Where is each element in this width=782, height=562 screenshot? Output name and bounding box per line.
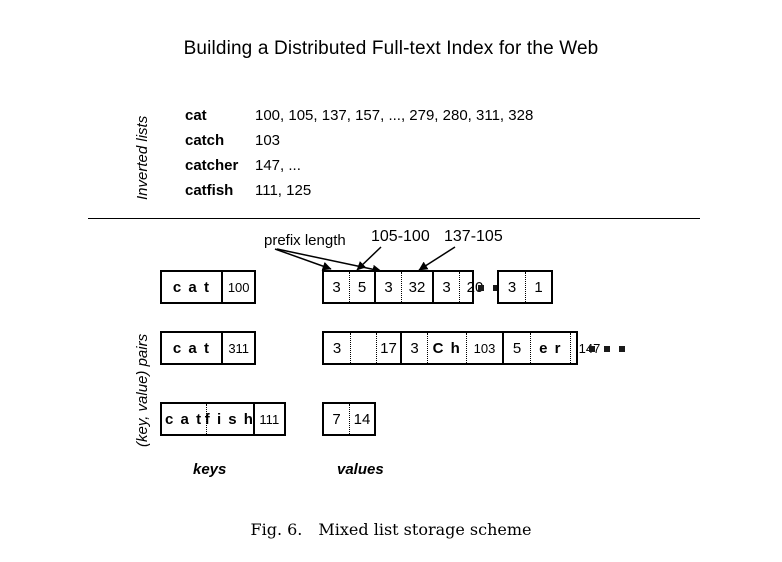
value-cell: 3 [507,278,517,296]
arrow-delta2-to-cell4 [418,246,456,271]
inverted-list-postings: 147, ... [255,157,301,174]
inverted-list-term: catcher [185,157,239,174]
key-chars-suffix: f i s h [205,404,253,434]
value-cell: 1 [525,272,551,302]
key-box: c a t 100 [160,270,256,304]
value-box-row1: 3 5 3 32 3 20 [322,270,483,304]
figure-caption-text: Mixed list storage scheme [318,520,532,539]
key-chars: c a t [172,278,211,296]
inverted-list-row: catch 103 [185,128,533,153]
value-cell-chars: C h [427,333,466,363]
column-caption-values: values [337,461,384,478]
figure-number: Fig. 6. [250,520,303,539]
value-group: 3 5 [324,272,374,302]
value-cell: 14 [349,404,374,434]
value-cell: 3 [442,278,451,296]
key-docid: 311 [221,333,254,363]
key-box: c a t f i s h 111 [160,402,286,436]
value-group: 3 C h 103 [400,333,502,363]
arrow-prefix-to-cell3 [276,248,382,274]
section-divider [88,218,700,219]
inverted-list-term: catfish [185,182,234,199]
arrow-prefix-to-cell1 [274,248,332,271]
inverted-list-term: catch [185,132,225,149]
ellipsis-row2 [589,346,625,352]
inverted-list-term: cat [185,107,207,124]
annotation-delta-137-105: 137-105 [444,228,503,245]
annotation-delta-105-100: 105-100 [371,228,430,245]
value-group: 7 14 [324,404,374,434]
value-group: 3 32 [374,272,432,302]
key-value-pairs-section-label: (key, value) pairs [134,333,151,447]
inverted-list-row: catfish 111, 125 [185,178,533,203]
key-docid: 100 [221,272,254,302]
value-cell-chars: e r [530,333,570,363]
column-caption-keys: keys [193,461,227,478]
inverted-lists-section-label: Inverted lists [134,115,151,200]
key-chars: c a t [172,339,211,357]
value-cell: 3 [332,339,342,357]
key-box: c a t 311 [160,331,256,365]
inverted-lists-table: cat 100, 105, 137, 157, ..., 279, 280, 31… [185,103,533,203]
value-group: 3 17 [324,333,400,363]
page-title: Building a Distributed Full-text Index f… [183,38,599,59]
value-cell-empty [350,333,376,363]
annotation-prefix-length: prefix length [264,232,346,249]
value-cell: 103 [466,333,502,363]
inverted-list-postings: 103 [255,132,281,149]
value-box-row1-tail: 3 1 [497,270,553,304]
value-cell: 5 [512,339,522,357]
arrow-delta1-to-cell2 [356,246,382,271]
value-cell: 5 [349,272,374,302]
value-cell: 17 [376,333,400,363]
value-cell: 32 [401,272,432,302]
value-box-row2: 3 17 3 C h 103 5 e r 147 [322,331,600,365]
inverted-list-row: catcher 147, ... [185,153,533,178]
inverted-list-row: cat 100, 105, 137, 157, ..., 279, 280, 31… [185,103,533,128]
inverted-list-postings: 100, 105, 137, 157, ..., 279, 280, 311, … [255,107,534,124]
key-chars-prefix: c a t [165,410,203,428]
key-docid: 111 [252,404,284,434]
value-cell: 3 [332,278,341,296]
figure-caption: Fig. 6. Mixed list storage scheme [0,520,782,539]
value-group: 3 1 [499,272,551,302]
inverted-list-postings: 111, 125 [255,182,312,199]
value-box-row3: 7 14 [322,402,376,436]
value-cell: 7 [332,410,341,428]
value-cell: 3 [384,278,393,296]
value-cell: 3 [410,339,419,357]
